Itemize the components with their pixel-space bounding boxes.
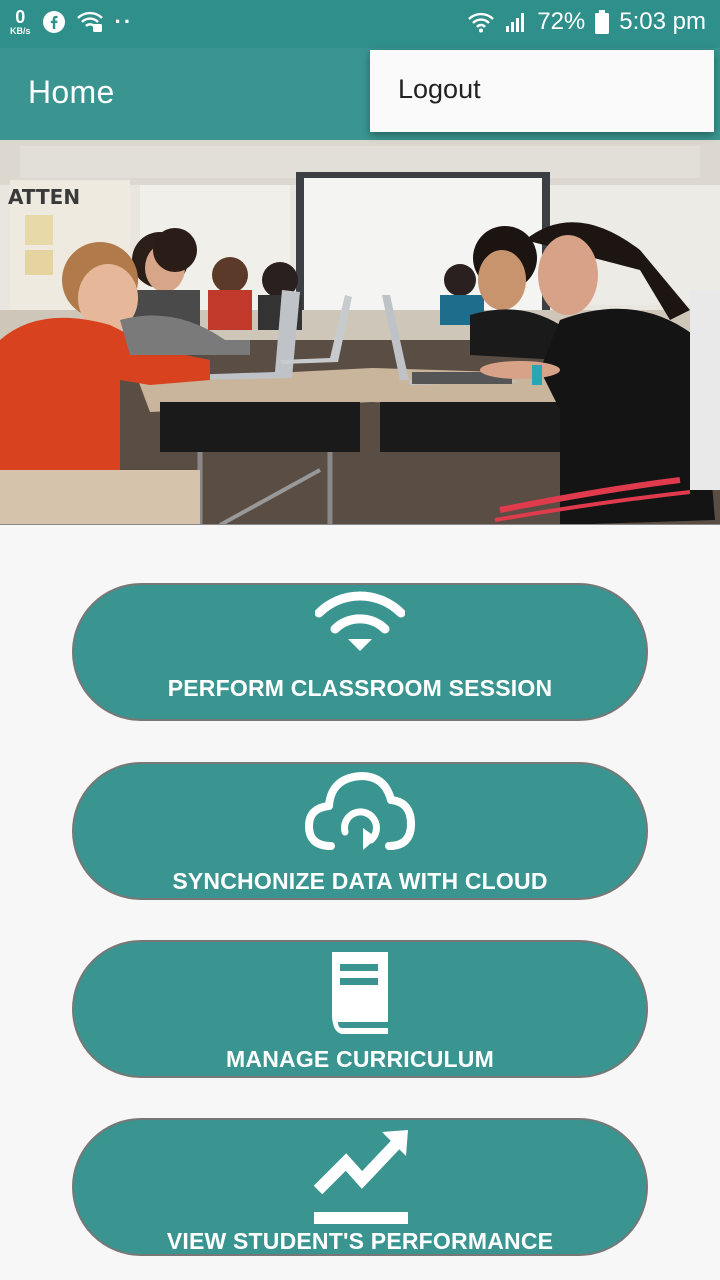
manage-curriculum-button[interactable]: MANAGE CURRICULUM (72, 940, 648, 1078)
facebook-icon (42, 11, 65, 33)
synchronize-data-label: SYNCHONIZE DATA WITH CLOUD (172, 868, 548, 894)
battery-icon (595, 10, 610, 34)
network-speed: 0 KB/s (10, 8, 31, 36)
view-student-performance-label: VIEW STUDENT'S PERFORMANCE (166, 1228, 554, 1254)
status-bar: 0 KB/s ·· 72% 5:03 pm (0, 0, 720, 48)
page-title: Home (28, 74, 115, 110)
book-icon (332, 952, 388, 1034)
network-speed-value: 0 (15, 7, 26, 27)
svg-text:ATTEN: ATTEN (8, 185, 80, 209)
wifi-vpn-icon (76, 11, 103, 32)
perform-classroom-session-button[interactable]: PERFORM CLASSROOM SESSION (72, 583, 648, 721)
trend-chart-icon (313, 1130, 408, 1224)
overflow-menu: Logout (370, 50, 714, 132)
wifi-icon (315, 591, 405, 651)
perform-classroom-session-label: PERFORM CLASSROOM SESSION (167, 675, 553, 701)
synchronize-data-button[interactable]: SYNCHONIZE DATA WITH CLOUD (72, 762, 648, 900)
clock: 5:03 pm (619, 8, 706, 35)
cloud-sync-icon (305, 772, 415, 850)
cell-signal-icon (506, 13, 525, 32)
view-student-performance-button[interactable]: VIEW STUDENT'S PERFORMANCE (72, 1118, 648, 1256)
network-speed-unit: KB/s (10, 26, 31, 36)
battery-percent: 72% (537, 8, 586, 35)
more-dots-icon: ·· (114, 9, 134, 34)
manage-curriculum-label: MANAGE CURRICULUM (226, 1046, 494, 1072)
logout-menu-item[interactable]: Logout (398, 74, 481, 105)
wifi-signal-icon (468, 12, 495, 33)
classroom-photo: ATTEN (0, 140, 720, 525)
